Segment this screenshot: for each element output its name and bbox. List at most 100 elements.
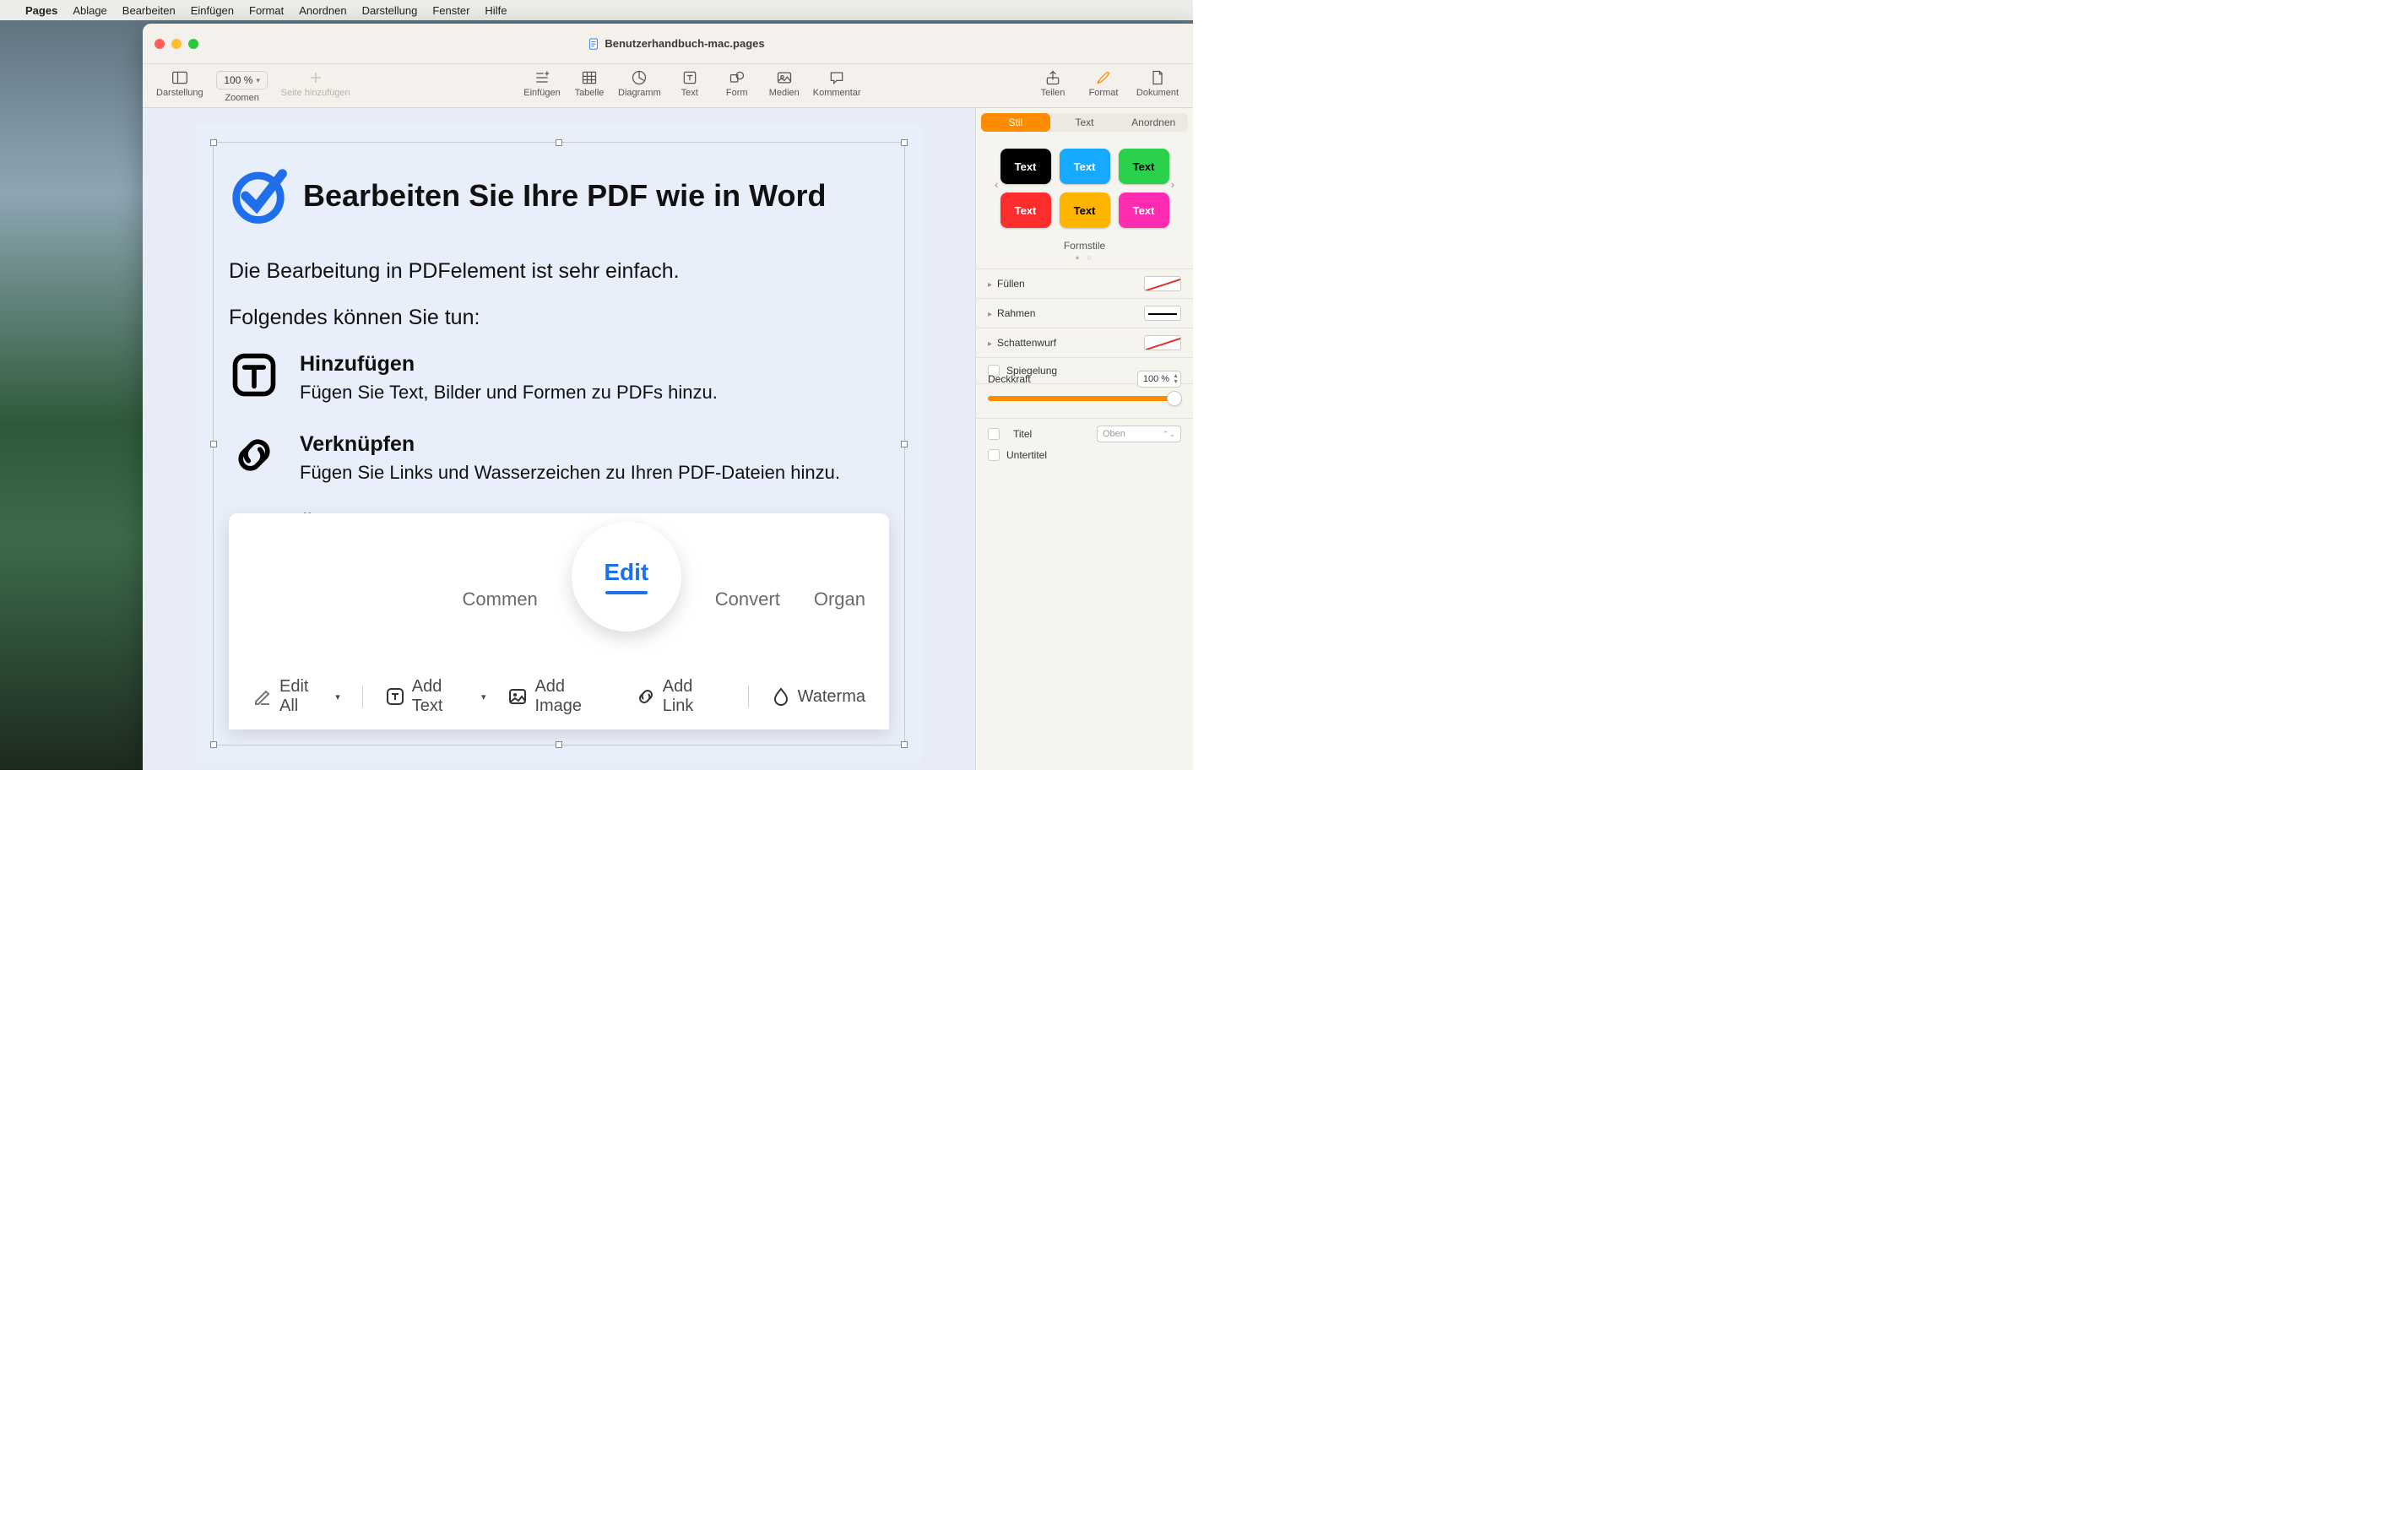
menubar: Pages Ablage Bearbeiten Einfügen Format … <box>0 0 1193 20</box>
feature-title: Verknüpfen <box>300 432 840 457</box>
zoom-value: 100 % <box>224 74 252 86</box>
document-canvas[interactable]: Bearbeiten Sie Ihre PDF wie in Word Die … <box>143 108 975 770</box>
pencil-line-icon <box>252 686 273 707</box>
style-swatch[interactable]: Text <box>1000 192 1051 228</box>
style-swatch[interactable]: Text <box>1060 149 1110 184</box>
lead-1: Die Bearbeitung in PDFelement ist sehr e… <box>229 259 889 284</box>
opacity-label: Deckkraft <box>988 373 1031 385</box>
border-well[interactable] <box>1144 306 1181 321</box>
resize-handle[interactable] <box>556 741 562 748</box>
border-label: Rahmen <box>997 307 1035 319</box>
feature-body: Fügen Sie Links und Wasserzeichen zu Ihr… <box>300 462 840 484</box>
fill-label: Füllen <box>997 278 1025 290</box>
menu-edit[interactable]: Bearbeiten <box>122 4 176 17</box>
menu-window[interactable]: Fenster <box>432 4 469 17</box>
selected-object[interactable]: Bearbeiten Sie Ihre PDF wie in Word Die … <box>213 142 905 746</box>
subtitle-row: Untertitel <box>976 449 1193 468</box>
toolbar-format-label: Format <box>1089 88 1119 98</box>
sub-label: Edit All <box>279 677 328 716</box>
toolbar-shape[interactable]: Form <box>713 64 761 98</box>
border-row[interactable]: ▸Rahmen <box>976 298 1193 328</box>
toolbar-table-label: Tabelle <box>575 88 605 98</box>
subtitle-label: Untertitel <box>1006 449 1047 461</box>
menu-view[interactable]: Darstellung <box>362 4 418 17</box>
resize-handle[interactable] <box>210 441 217 447</box>
lead-2: Folgendes können Sie tun: <box>229 306 889 330</box>
style-swatch[interactable]: Text <box>1119 149 1169 184</box>
toolbar-text[interactable]: Text <box>666 64 713 98</box>
opacity-value: 100 % <box>1143 374 1169 384</box>
close-button[interactable] <box>155 39 165 49</box>
up-down-icon: ⌃⌄ <box>1163 430 1175 439</box>
tab-arrange[interactable]: Anordnen <box>1119 113 1188 132</box>
title-pos-value: Oben <box>1103 429 1125 439</box>
stepper[interactable]: ▲▼ <box>1173 373 1179 385</box>
toolbar-addpage-label: Seite hinzufügen <box>281 88 350 98</box>
opacity-field[interactable]: 100 % ▲▼ <box>1137 371 1181 388</box>
title-position-select[interactable]: Oben ⌃⌄ <box>1097 426 1181 442</box>
shadow-row[interactable]: ▸Schattenwurf <box>976 328 1193 357</box>
resize-handle[interactable] <box>901 139 908 146</box>
sub-watermark: Waterma <box>771 686 865 707</box>
zoom-button[interactable] <box>188 39 198 49</box>
sub-add-image: Add Image <box>507 677 613 716</box>
table-icon <box>581 69 598 86</box>
style-swatch[interactable]: Text <box>1000 149 1051 184</box>
minimize-button[interactable] <box>171 39 182 49</box>
resize-handle[interactable] <box>210 741 217 748</box>
menu-format[interactable]: Format <box>249 4 284 17</box>
style-next[interactable]: › <box>1169 177 1177 191</box>
document-icon <box>588 38 599 50</box>
menu-file[interactable]: Ablage <box>73 4 106 17</box>
format-inspector: Stil Text Anordnen ‹ Text Text Text Text <box>975 108 1193 770</box>
toolbar-format[interactable]: Format <box>1076 64 1131 98</box>
toolbar-share[interactable]: Teilen <box>1029 64 1076 98</box>
toolbar-document[interactable]: Dokument <box>1131 64 1185 98</box>
style-swatch[interactable]: Text <box>1119 192 1169 228</box>
text-icon <box>385 686 405 707</box>
menu-help[interactable]: Hilfe <box>485 4 507 17</box>
shadow-well[interactable] <box>1144 335 1181 350</box>
tab-style[interactable]: Stil <box>981 113 1050 132</box>
link-icon <box>636 686 656 707</box>
menu-insert[interactable]: Einfügen <box>191 4 234 17</box>
heading: Bearbeiten Sie Ihre PDF wie in Word <box>303 178 826 214</box>
sub-add-link: Add Link <box>636 677 726 716</box>
sub-label: Add Text <box>412 677 474 716</box>
style-prev[interactable]: ‹ <box>993 177 1000 191</box>
style-swatch[interactable]: Text <box>1060 192 1110 228</box>
comment-icon <box>828 69 845 86</box>
toolbar-comment[interactable]: Kommentar <box>808 64 866 98</box>
document-icon <box>1149 69 1166 86</box>
fill-row[interactable]: ▸Füllen <box>976 268 1193 298</box>
toolbar-share-label: Teilen <box>1041 88 1066 98</box>
sidebar-icon <box>171 69 188 86</box>
menu-arrange[interactable]: Anordnen <box>299 4 346 17</box>
tab-comment: Commen <box>463 588 538 610</box>
toolbar-view[interactable]: Darstellung <box>151 64 209 98</box>
toolbar-view-label: Darstellung <box>156 88 203 98</box>
toolbar-table[interactable]: Tabelle <box>566 64 613 98</box>
toolbar-chart[interactable]: Diagramm <box>613 64 666 98</box>
text-box-icon <box>231 352 277 398</box>
menu-app[interactable]: Pages <box>25 4 57 17</box>
chevron-down-icon: ▾ <box>481 691 486 702</box>
resize-handle[interactable] <box>901 741 908 748</box>
title-checkbox[interactable] <box>988 428 1000 440</box>
resize-handle[interactable] <box>556 139 562 146</box>
resize-handle[interactable] <box>901 441 908 447</box>
fill-well[interactable] <box>1144 276 1181 291</box>
toolbar-media[interactable]: Medien <box>761 64 808 98</box>
insert-icon <box>534 69 550 86</box>
subtitle-checkbox[interactable] <box>988 449 1000 461</box>
slider-thumb[interactable] <box>1168 392 1181 405</box>
toolbar-chart-label: Diagramm <box>618 88 661 98</box>
inspector-tabs[interactable]: Stil Text Anordnen <box>981 113 1188 132</box>
media-icon <box>776 69 793 86</box>
zoom-select[interactable]: 100 % ▾ <box>216 71 268 89</box>
toolbar-insert[interactable]: Einfügen <box>518 64 566 98</box>
chevron-down-icon: ▾ <box>335 691 340 702</box>
resize-handle[interactable] <box>210 139 217 146</box>
tab-text[interactable]: Text <box>1050 113 1120 132</box>
opacity-slider[interactable] <box>988 396 1181 401</box>
